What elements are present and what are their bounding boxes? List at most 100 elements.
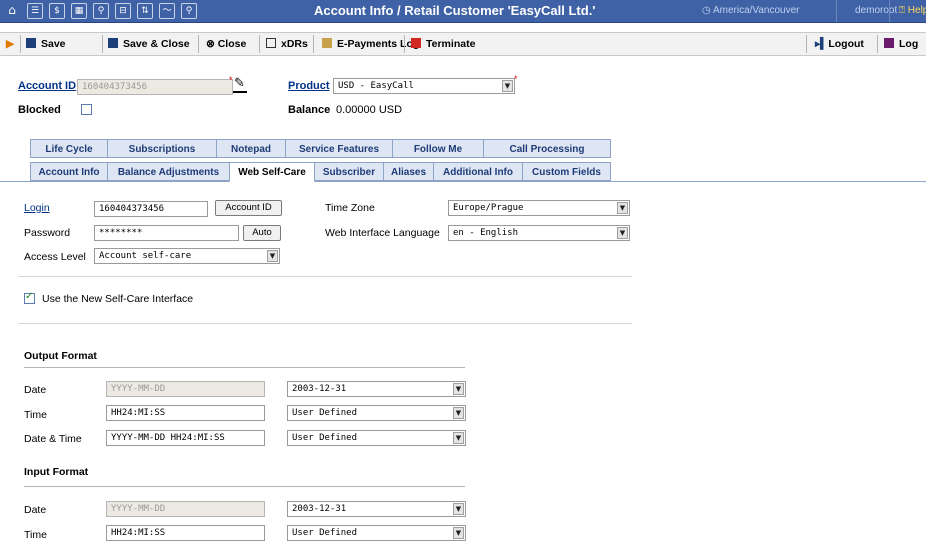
chevron-down-icon: ▼: [617, 202, 628, 214]
tab-baseline: [0, 181, 229, 182]
clock-icon: ◷: [702, 5, 713, 16]
chevron-down-icon: ▼: [453, 432, 464, 444]
chart-icon[interactable]: 〜: [159, 3, 175, 19]
help-label: Help: [907, 5, 926, 16]
tab-call-processing[interactable]: Call Processing: [483, 139, 611, 158]
password-input[interactable]: ********: [94, 225, 239, 241]
chevron-down-icon: ▼: [502, 80, 513, 92]
list-icon[interactable]: ☰: [27, 3, 43, 19]
chevron-down-icon: ▼: [267, 250, 278, 262]
login-label[interactable]: Login: [24, 202, 50, 214]
user-icon[interactable]: ⚲: [93, 3, 109, 19]
chevron-down-icon: ▼: [453, 503, 464, 515]
tab-baseline: [315, 181, 926, 182]
input-date-input[interactable]: YYYY-MM-DD: [106, 501, 265, 517]
tab-subscriber[interactable]: Subscriber: [314, 162, 384, 181]
account-id-field[interactable]: 160404373456: [77, 79, 233, 95]
hierarchy-icon[interactable]: ⊟: [115, 3, 131, 19]
terminate-button[interactable]: Terminate: [411, 33, 475, 55]
input-time-label: Time: [24, 529, 47, 541]
tab-service-features[interactable]: Service Features: [285, 139, 393, 158]
required-marker: *: [514, 74, 518, 84]
tab-web-self-care[interactable]: Web Self-Care: [229, 162, 315, 182]
balance-value: 0.00000 USD: [336, 104, 403, 116]
tab-subscriptions[interactable]: Subscriptions: [107, 139, 217, 158]
window-title: Account Info / Retail Customer 'EasyCall…: [314, 3, 596, 18]
tab-custom-fields[interactable]: Custom Fields: [522, 162, 611, 181]
input-time-select-value: User Defined: [292, 528, 358, 538]
time-zone-select[interactable]: Europe/Prague ▼: [448, 200, 630, 216]
e-payments-label: E-Payments Log: [337, 38, 420, 50]
output-time-select[interactable]: User Defined ▼: [287, 405, 466, 421]
menu-arrow-icon[interactable]: ▶: [6, 33, 14, 55]
timezone-indicator[interactable]: ◷ America/Vancouver: [702, 5, 799, 16]
tab-account-info[interactable]: Account Info: [30, 162, 108, 181]
username-label[interactable]: demoroot: [855, 5, 897, 16]
output-format-title: Output Format: [24, 350, 97, 362]
blocked-checkbox[interactable]: [81, 104, 92, 115]
help-icon: ⍰: [899, 5, 908, 16]
access-level-value: Account self-care: [99, 251, 192, 261]
new-self-care-checkbox[interactable]: [24, 291, 35, 304]
save-close-button[interactable]: Save & Close: [108, 33, 190, 55]
access-level-select[interactable]: Account self-care ▼: [94, 248, 280, 264]
input-time-select[interactable]: User Defined ▼: [287, 525, 466, 541]
log-icon: [884, 38, 894, 48]
xdrs-label: xDRs: [281, 38, 308, 50]
save-close-label: Save & Close: [123, 38, 190, 50]
search-icon[interactable]: ⚲: [181, 3, 197, 19]
web-interface-language-value: en - English: [453, 228, 519, 238]
divider: [102, 35, 103, 53]
product-select[interactable]: USD - EasyCall ▼: [333, 78, 515, 94]
tab-life-cycle[interactable]: Life Cycle: [30, 139, 108, 158]
timezone-label: America/Vancouver: [712, 5, 800, 16]
new-self-care-label: Use the New Self-Care Interface: [42, 293, 194, 305]
home-icon[interactable]: ⌂: [5, 3, 19, 17]
divider: [18, 276, 632, 277]
output-time-input[interactable]: HH24:MI:SS: [106, 405, 265, 421]
output-time-select-value: User Defined: [292, 408, 358, 418]
tab-balance-adjustments[interactable]: Balance Adjustments: [107, 162, 230, 181]
payment-icon: [322, 38, 332, 48]
output-datetime-label: Date & Time: [24, 433, 82, 445]
help-link[interactable]: ⍰ Help: [899, 5, 926, 16]
balance-label: Balance: [288, 104, 331, 116]
input-date-select[interactable]: 2003-12-31 ▼: [287, 501, 466, 517]
web-interface-language-select[interactable]: en - English ▼: [448, 225, 630, 241]
floppy-icon: [108, 38, 118, 48]
divider: [313, 35, 314, 53]
blocked-label: Blocked: [18, 104, 61, 116]
input-date-label: Date: [24, 504, 47, 516]
chevron-down-icon: ▼: [453, 407, 464, 419]
time-zone-label: Time Zone: [325, 202, 375, 214]
floppy-icon: [26, 38, 36, 48]
account-id-button[interactable]: Account ID: [215, 200, 282, 216]
edit-pencil-icon[interactable]: ✎: [234, 76, 245, 91]
chevron-down-icon: ▼: [617, 227, 628, 239]
output-date-select[interactable]: 2003-12-31 ▼: [287, 381, 466, 397]
output-date-select-value: 2003-12-31: [292, 384, 347, 394]
output-date-input[interactable]: YYYY-MM-DD: [106, 381, 265, 397]
xdrs-button[interactable]: xDRs: [266, 33, 308, 55]
tab-follow-me[interactable]: Follow Me: [392, 139, 484, 158]
tab-notepad[interactable]: Notepad: [216, 139, 286, 158]
auto-button[interactable]: Auto: [243, 225, 281, 241]
dollar-icon[interactable]: $: [49, 3, 65, 19]
login-input[interactable]: 160404373456: [94, 201, 208, 217]
input-time-input[interactable]: HH24:MI:SS: [106, 525, 265, 541]
account-id-label[interactable]: Account ID: [18, 80, 76, 92]
logout-button[interactable]: ▸▍Logout: [815, 33, 864, 55]
log-button[interactable]: Log: [884, 33, 918, 55]
output-datetime-input[interactable]: YYYY-MM-DD HH24:MI:SS: [106, 430, 265, 446]
tab-aliases[interactable]: Aliases: [383, 162, 434, 181]
close-button[interactable]: ⊗ Close: [206, 33, 246, 55]
save-button[interactable]: Save: [26, 33, 66, 55]
grid-icon[interactable]: ▦: [71, 3, 87, 19]
divider: [198, 35, 199, 53]
output-datetime-select[interactable]: User Defined ▼: [287, 430, 466, 446]
divider: [404, 35, 405, 53]
product-label[interactable]: Product: [288, 80, 330, 92]
tab-additional-info[interactable]: Additional Info: [433, 162, 523, 181]
transfer-icon[interactable]: ⇅: [137, 3, 153, 19]
logout-icon: ▸▍: [815, 38, 829, 50]
